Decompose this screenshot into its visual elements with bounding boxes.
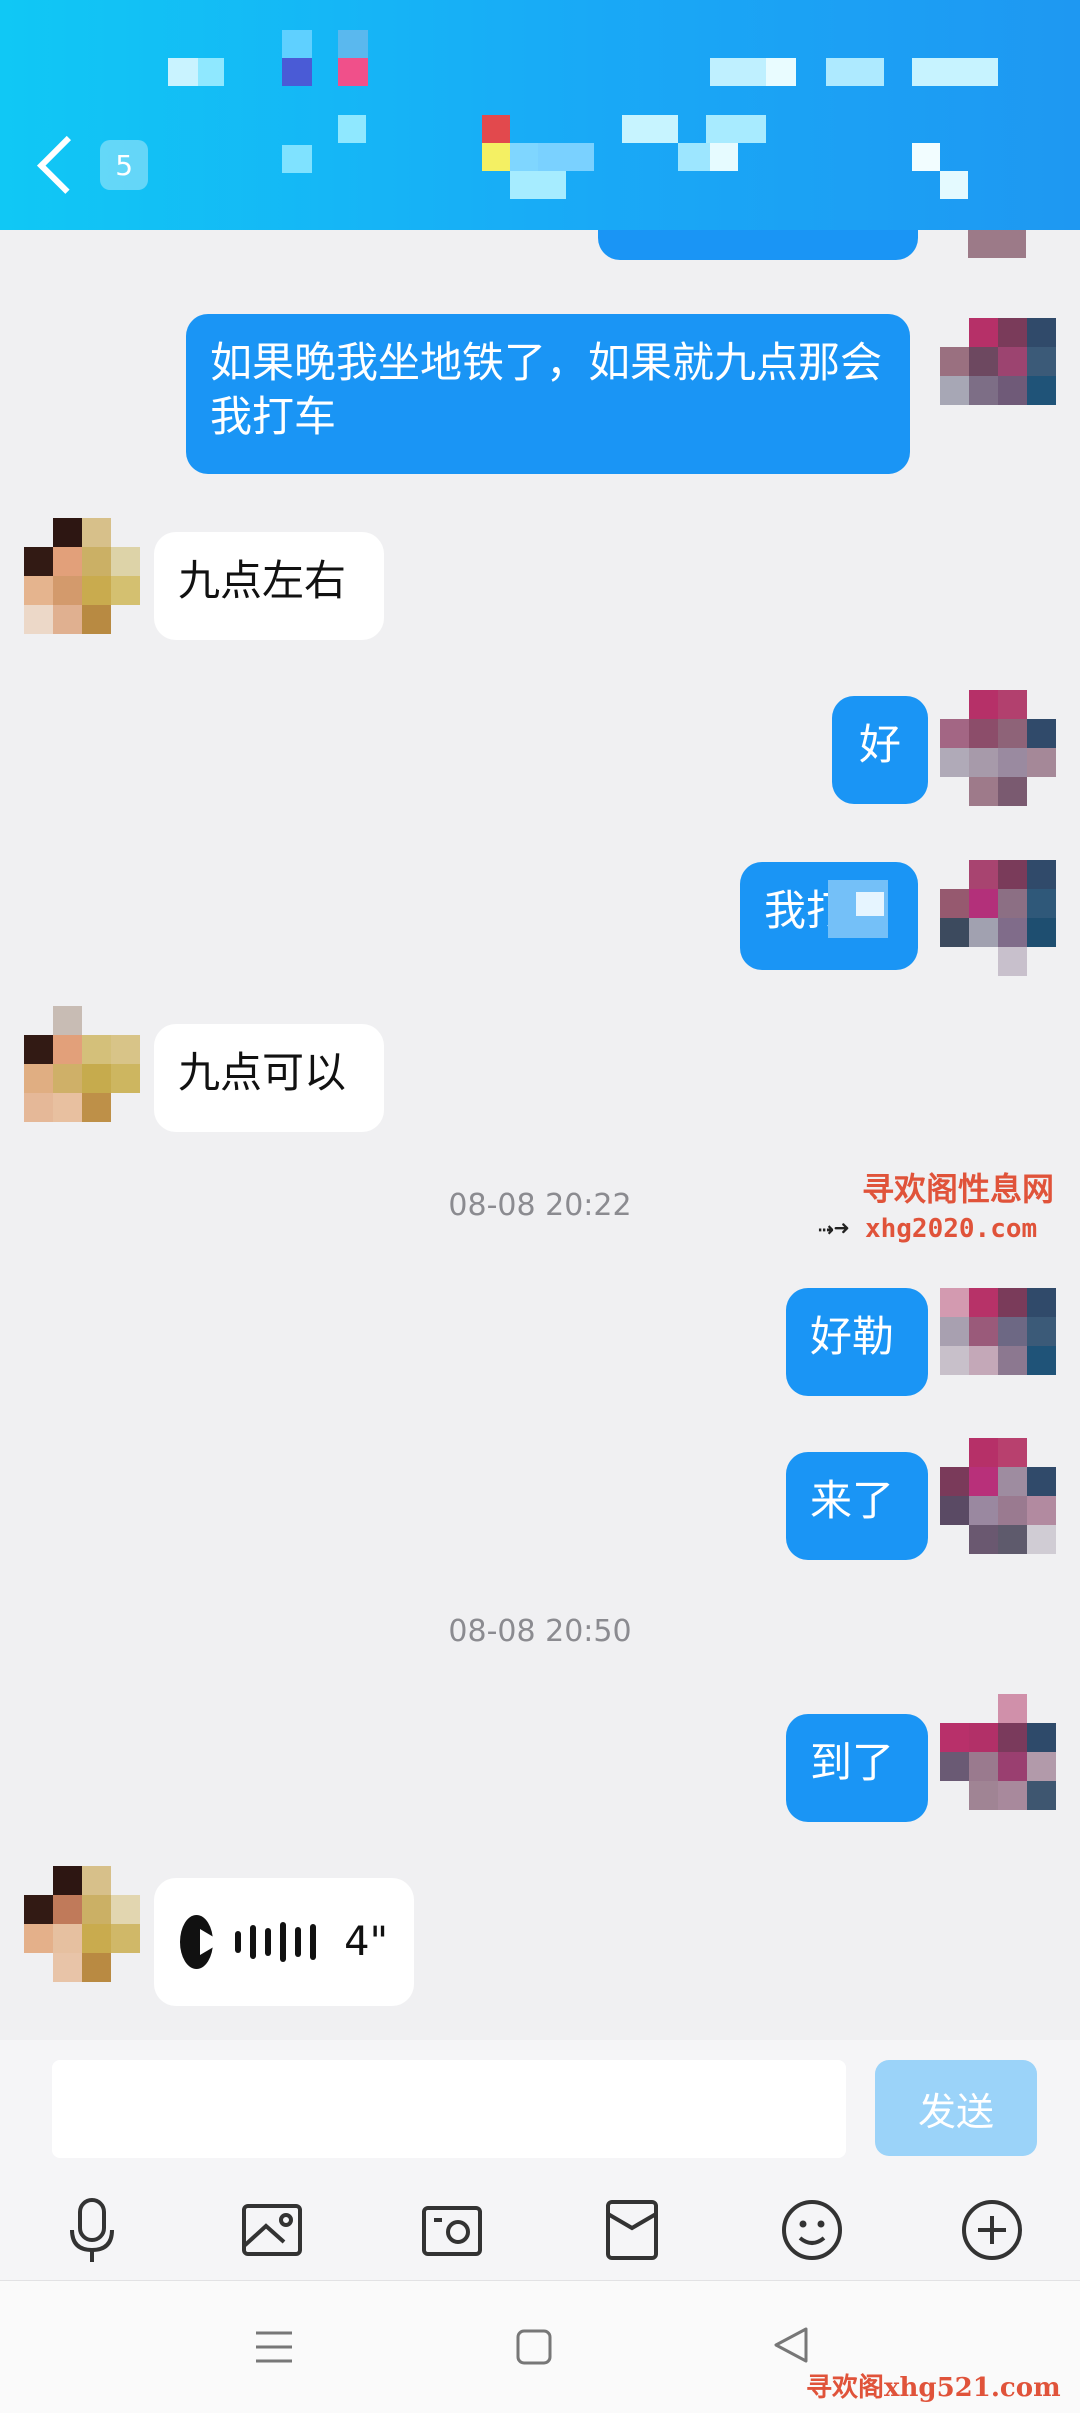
message-text: 好勒 [810,1312,895,1361]
waveform-icon [235,1922,317,1962]
message-bubble[interactable]: 九点左右 [154,532,384,640]
contact-avatar[interactable] [24,1006,140,1122]
play-icon[interactable] [180,1915,223,1969]
back-triangle-icon[interactable] [768,2323,812,2367]
message-bubble[interactable]: 好勒 [786,1288,928,1396]
voice-message[interactable]: 4" [154,1878,414,2006]
camera-icon[interactable] [412,2190,492,2270]
message-text: 到了 [810,1738,895,1787]
watermark-url-text: xhg2020.com [864,1214,1038,1244]
voice-duration: 4" [344,1919,388,1965]
menu-icon[interactable] [252,2325,296,2369]
message-bubble[interactable]: 如果晚我坐地铁了，如果就九点那会我打车 [186,314,910,474]
message-bubble-partial[interactable] [598,230,918,260]
my-avatar[interactable] [940,860,1056,976]
message-text: 九点左右 [178,556,347,605]
chevron-left-icon [37,135,96,195]
watermark-url: ⇢➜ xhg2020.com [818,1214,1037,1244]
back-button[interactable]: 5 [28,125,148,205]
image-icon[interactable] [232,2190,312,2270]
message-bubble[interactable]: 到了 [786,1714,928,1822]
arrow-icon: ⇢➜ [818,1214,865,1244]
red-packet-icon[interactable] [592,2190,672,2270]
watermark-text: 寻欢阁性息网 [862,1170,1055,1208]
timestamp: 08-08 20:50 [448,1614,632,1649]
message-input[interactable] [52,2060,846,2158]
my-avatar[interactable] [940,690,1056,806]
watermark-footer: 寻欢阁xhg521.com [806,2373,1061,2403]
unread-count-badge: 5 [100,140,148,190]
my-avatar[interactable] [940,318,1056,434]
message-bubble[interactable]: 来了 [786,1452,928,1560]
plus-icon[interactable] [952,2190,1032,2270]
message-text: 来了 [810,1476,895,1525]
emoji-icon[interactable] [772,2190,852,2270]
input-bar: 发送 [0,2040,1080,2280]
send-button[interactable]: 发送 [875,2060,1037,2156]
microphone-icon[interactable] [52,2190,132,2270]
my-avatar[interactable] [940,1694,1056,1810]
avatar-partial [968,230,1026,258]
chat-header: 5 [0,0,1080,230]
message-text: 如果晚我坐地铁了，如果就九点那会我打车 [210,338,883,441]
contact-avatar[interactable] [24,518,140,634]
my-avatar[interactable] [940,1288,1056,1404]
system-navigation-bar: 寻欢阁xhg521.com [0,2280,1080,2413]
home-icon[interactable] [512,2325,556,2369]
message-list[interactable]: 如果晚我坐地铁了，如果就九点那会我打车 九点左右 好 我打 九点可以 08-08… [0,230,1080,2040]
message-text: 好 [858,720,901,769]
message-bubble[interactable]: 好 [832,696,928,804]
my-avatar[interactable] [940,1438,1056,1554]
contact-avatar[interactable] [24,1866,140,1982]
mosaic-patch [856,892,884,916]
message-text: 九点可以 [178,1048,347,1097]
message-bubble[interactable]: 九点可以 [154,1024,384,1132]
